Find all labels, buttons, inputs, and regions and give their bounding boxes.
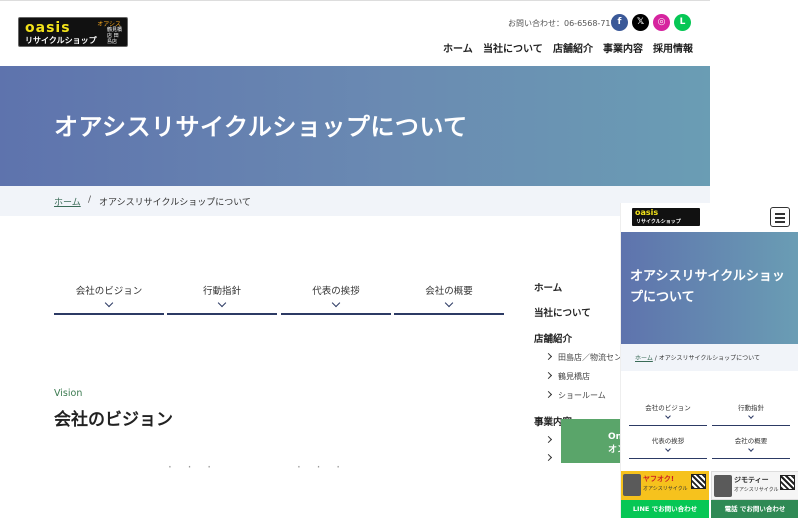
breadcrumb-home-link[interactable]: ホーム — [54, 195, 81, 208]
decorative-dots: · · · — [168, 460, 218, 474]
mobile-page-title: オアシスリサイクルショップについて — [630, 269, 785, 305]
mobile-tab-guidelines[interactable]: 行動指針 — [712, 402, 790, 426]
jmty-banner-sub: オアシスリサイクル — [734, 487, 779, 493]
nav-home[interactable]: ホーム — [443, 40, 473, 55]
sidebar-subitem-tsurumibashi[interactable]: 鶴見橋店 — [558, 371, 590, 382]
chevron-down-icon — [665, 446, 671, 452]
mobile-breadcrumb-current: オアシスリサイクルショップについて — [658, 355, 760, 362]
qr-code-icon — [691, 474, 706, 489]
sidebar-subitem-tajima[interactable]: 田島店／物流セン — [558, 352, 622, 363]
nav-stores[interactable]: 店舗紹介 — [553, 40, 593, 55]
mobile-hero: オアシスリサイクルショップについて — [621, 232, 798, 344]
sidebar-item-about[interactable]: 当社について — [534, 305, 591, 319]
yahoo-banner-sub: オアシスリサイクル — [643, 486, 688, 492]
mobile-breadcrumb-sep: / — [654, 355, 657, 362]
nav-about[interactable]: 当社について — [483, 40, 543, 55]
jmty-banner[interactable]: ジモティー オアシスリサイクル — [711, 471, 798, 500]
tab-guidelines[interactable]: 行動指針 — [167, 283, 277, 315]
mobile-tab-overview[interactable]: 会社の概要 — [712, 435, 790, 459]
chevron-down-icon — [444, 298, 454, 308]
chevron-down-icon — [665, 413, 671, 419]
chevron-down-icon — [331, 298, 341, 308]
mobile-logo-main: oasis — [635, 208, 659, 217]
tab-greeting-label: 代表の挨拶 — [312, 286, 360, 297]
mobile-breadcrumb-text: ホーム / オアシスリサイクルショップについて — [635, 353, 760, 362]
vision-label-en: Vision — [54, 388, 83, 399]
yahoo-banner-title: ヤフオク! — [643, 475, 675, 483]
sidebar-item-stores[interactable]: 店舗紹介 — [534, 331, 572, 345]
mobile-site-logo[interactable]: oasis リサイクルショップ — [632, 208, 700, 226]
sidebar-item-home[interactable]: ホーム — [534, 280, 562, 294]
chevron-right-icon — [544, 371, 553, 380]
site-header: oasis オアシス 鶴見橋店 田島店 リサイクルショップ お問い合わせ：06-… — [0, 0, 710, 66]
decorative-dots: · · · — [297, 460, 347, 474]
mobile-breadcrumb: ホーム / オアシスリサイクルショップについて — [621, 344, 798, 371]
nav-business[interactable]: 事業内容 — [603, 40, 643, 55]
breadcrumb-current: オアシスリサイクルショップについて — [99, 198, 251, 208]
chevron-down-icon — [748, 446, 754, 452]
mobile-tab-vision[interactable]: 会社のビジョン — [629, 402, 707, 426]
mobile-tab-guidelines-label: 行動指針 — [738, 404, 764, 412]
mobile-tab-overview-label: 会社の概要 — [734, 437, 768, 445]
vision-heading: 会社のビジョン — [54, 410, 173, 430]
line-icon[interactable]: L — [674, 14, 691, 31]
line-contact-button[interactable]: LINE でお問い合わせ — [621, 500, 709, 518]
hamburger-menu-icon[interactable] — [770, 207, 790, 227]
tab-guidelines-label: 行動指針 — [202, 286, 241, 297]
chevron-right-icon — [544, 453, 553, 462]
mobile-tab-greeting[interactable]: 代表の挨拶 — [629, 435, 707, 459]
chevron-right-icon — [544, 435, 553, 444]
product-image — [623, 474, 641, 496]
instagram-icon[interactable]: ◎ — [653, 14, 670, 31]
hero-banner: オアシスリサイクルショップについて — [0, 66, 710, 186]
yahoo-auction-banner[interactable]: ヤフオク! オアシスリサイクル — [621, 471, 709, 500]
chevron-right-icon — [544, 390, 553, 399]
mobile-tab-greeting-label: 代表の挨拶 — [651, 437, 685, 445]
mobile-tab-vision-label: 会社のビジョン — [645, 404, 691, 412]
tab-vision[interactable]: 会社のビジョン — [54, 283, 164, 315]
mobile-header: oasis リサイクルショップ — [621, 203, 798, 231]
chevron-down-icon — [104, 298, 114, 308]
nav-recruit[interactable]: 採用情報 — [653, 40, 693, 55]
product-image — [714, 475, 732, 497]
contact-label: お問い合わせ： — [508, 19, 564, 28]
logo-sub-text: リサイクルショップ — [25, 36, 97, 45]
page-title: オアシスリサイクルショップについて — [54, 113, 468, 141]
tab-greeting[interactable]: 代表の挨拶 — [281, 283, 391, 315]
tab-vision-label: 会社のビジョン — [75, 286, 143, 297]
mobile-preview: oasis リサイクルショップ オアシスリサイクルショップについて ホーム / … — [620, 203, 798, 518]
tab-overview[interactable]: 会社の概要 — [394, 283, 504, 315]
tab-overview-label: 会社の概要 — [425, 286, 473, 297]
chevron-down-icon — [217, 298, 227, 308]
breadcrumb: ホーム / オアシスリサイクルショップについて — [0, 186, 710, 216]
desktop-view: oasis オアシス 鶴見橋店 田島店 リサイクルショップ お問い合わせ：06-… — [0, 0, 710, 518]
qr-code-icon — [780, 475, 795, 490]
phone-contact-button[interactable]: 電話 でお問い合わせ — [711, 500, 798, 518]
mobile-breadcrumb-home[interactable]: ホーム — [635, 355, 653, 362]
chevron-down-icon — [748, 413, 754, 419]
sidebar-subitem-showroom[interactable]: ショールーム — [558, 390, 606, 401]
site-logo[interactable]: oasis オアシス 鶴見橋店 田島店 リサイクルショップ — [18, 17, 128, 47]
mobile-logo-sub: リサイクルショップ — [636, 219, 681, 225]
x-icon[interactable]: 𝕏 — [632, 14, 649, 31]
online-shop-button[interactable]: On オンラ — [561, 419, 621, 463]
logo-main-text: oasis — [25, 20, 71, 36]
chevron-right-icon — [544, 352, 553, 361]
facebook-icon[interactable]: f — [611, 14, 628, 31]
contact-info: お問い合わせ：06-6568-7179 — [508, 18, 621, 29]
breadcrumb-separator: / — [88, 195, 92, 205]
logo-shops-text: 鶴見橋店 田島店 — [107, 27, 123, 45]
jmty-banner-title: ジモティー — [734, 476, 769, 484]
